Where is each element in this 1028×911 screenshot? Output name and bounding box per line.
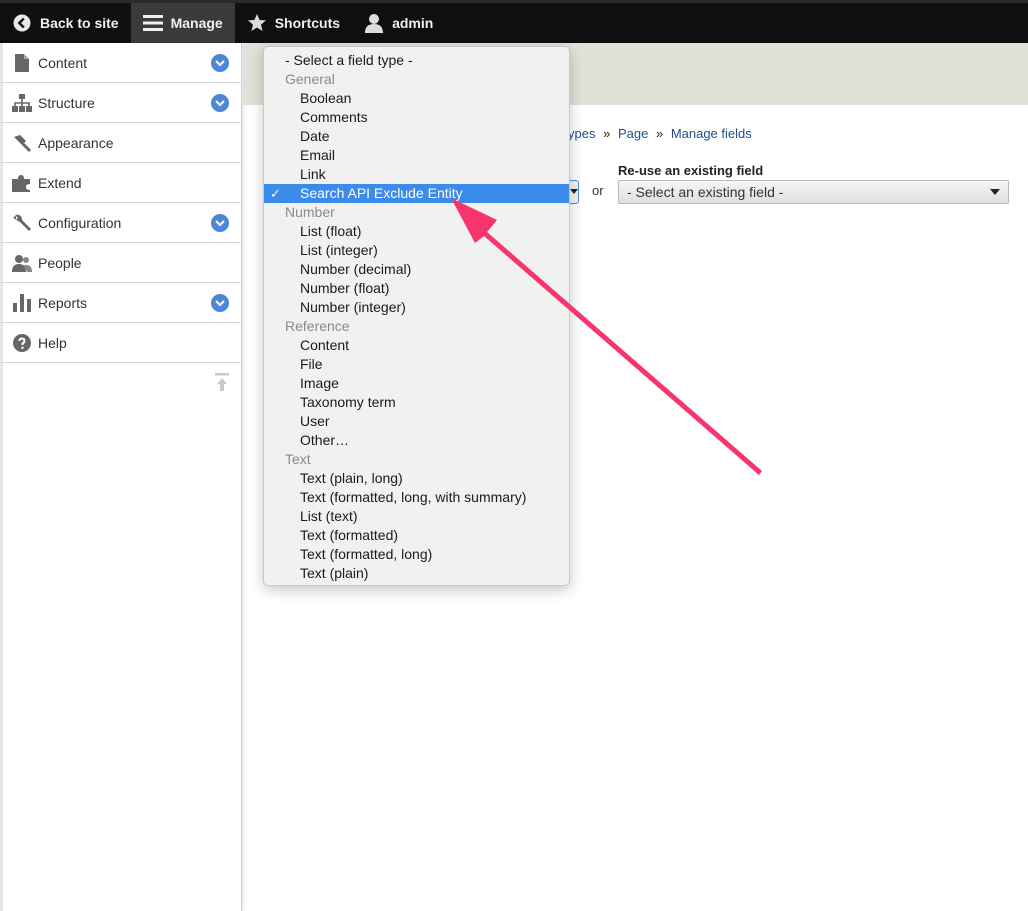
sitemap-icon: [12, 93, 32, 113]
option-text-formatted-long[interactable]: Text (formatted, long): [264, 545, 569, 564]
sidebar-item-people[interactable]: People: [0, 243, 241, 283]
pin-sidebar-icon[interactable]: [215, 373, 229, 393]
option-taxonomy-term[interactable]: Taxonomy term: [264, 393, 569, 412]
dropdown-placeholder-option[interactable]: - Select a field type -: [264, 51, 569, 70]
breadcrumb-separator: »: [603, 126, 611, 141]
sidebar-item-configuration[interactable]: Configuration: [0, 203, 241, 243]
back-arrow-icon: [12, 13, 32, 33]
sidebar-item-label: Content: [38, 54, 88, 71]
breadcrumb-link-page[interactable]: Page: [618, 126, 648, 141]
user-icon: [364, 13, 384, 33]
option-label: Search API Exclude Entity: [300, 185, 463, 201]
option-search-api-exclude-entity[interactable]: ✓ Search API Exclude Entity: [264, 184, 569, 203]
option-text-plain[interactable]: Text (plain): [264, 564, 569, 583]
optgroup-general: General: [285, 71, 335, 87]
reuse-field-label: Re-use an existing field: [618, 163, 764, 178]
chevron-down-icon[interactable]: [211, 94, 229, 112]
option-content[interactable]: Content: [264, 336, 569, 355]
option-email[interactable]: Email: [264, 146, 569, 165]
breadcrumb-separator: »: [655, 126, 664, 141]
user-tab[interactable]: admin: [352, 3, 445, 43]
sidebar-item-label: Configuration: [38, 214, 122, 231]
sidebar-item-label: People: [38, 254, 82, 271]
sidebar-item-extend[interactable]: Extend: [0, 163, 241, 203]
option-date[interactable]: Date: [264, 127, 569, 146]
optgroup-reference: Reference: [285, 318, 350, 334]
option-list-float[interactable]: List (float): [264, 222, 569, 241]
admin-sidebar: Content Structure Appearance Extend Conf…: [0, 43, 242, 911]
bar-chart-icon: [12, 293, 32, 313]
sidebar-item-label: Structure: [38, 94, 95, 111]
option-list-integer[interactable]: List (integer): [264, 241, 569, 260]
paintbrush-icon: [12, 133, 32, 153]
star-icon: [247, 13, 267, 33]
option-number-decimal[interactable]: Number (decimal): [264, 260, 569, 279]
option-list-text[interactable]: List (text): [264, 507, 569, 526]
option-link[interactable]: Link: [264, 165, 569, 184]
select-arrow-icon: [990, 189, 1000, 195]
breadcrumb-link-manage-fields[interactable]: Manage fields: [671, 126, 752, 141]
sidebar-item-appearance[interactable]: Appearance: [0, 123, 241, 163]
reuse-existing-field-select[interactable]: - Select an existing field -: [618, 180, 1009, 204]
reuse-select-value: - Select an existing field -: [627, 184, 784, 200]
back-to-site-label: Back to site: [40, 15, 119, 31]
user-label: admin: [392, 15, 434, 31]
option-text-formatted-long-summary[interactable]: Text (formatted, long, with summary): [264, 488, 569, 507]
manage-label: Manage: [170, 15, 223, 31]
admin-toolbar: Back to site Manage Shortcuts admin: [0, 0, 1028, 43]
chevron-down-icon[interactable]: [211, 214, 229, 232]
checkmark-icon: ✓: [270, 186, 281, 201]
sidebar-item-label: Reports: [38, 294, 88, 311]
option-other[interactable]: Other…: [264, 431, 569, 450]
hamburger-icon: [142, 13, 163, 33]
manage-tab[interactable]: Manage: [130, 3, 235, 43]
breadcrumb: ypes » Page » Manage fields: [568, 126, 752, 141]
shortcuts-label: Shortcuts: [274, 15, 341, 31]
wrench-icon: [12, 213, 32, 233]
sidebar-item-reports[interactable]: Reports: [0, 283, 241, 323]
option-number-float[interactable]: Number (float): [264, 279, 569, 298]
sidebar-item-help[interactable]: Help: [0, 323, 241, 363]
add-field-type-select-edge[interactable]: [569, 180, 579, 204]
option-image[interactable]: Image: [264, 374, 569, 393]
sidebar-item-content[interactable]: Content: [0, 43, 241, 83]
file-icon: [12, 53, 32, 73]
sidebar-item-label: Extend: [38, 174, 82, 191]
option-text-formatted[interactable]: Text (formatted): [264, 526, 569, 545]
chevron-down-icon[interactable]: [211, 54, 229, 72]
sidebar-item-label: Appearance: [38, 134, 114, 151]
people-icon: [12, 253, 32, 273]
option-boolean[interactable]: Boolean: [264, 89, 569, 108]
option-user[interactable]: User: [264, 412, 569, 431]
sidebar-item-structure[interactable]: Structure: [0, 83, 241, 123]
puzzle-icon: [12, 173, 32, 193]
sidebar-item-label: Help: [38, 334, 67, 351]
or-label: or: [592, 183, 604, 198]
optgroup-number: Number: [285, 204, 335, 220]
select-arrow-icon: [570, 189, 578, 194]
back-to-site-link[interactable]: Back to site: [0, 3, 131, 43]
help-icon: [12, 333, 32, 353]
shortcuts-tab[interactable]: Shortcuts: [235, 3, 352, 43]
option-text-plain-long[interactable]: Text (plain, long): [264, 469, 569, 488]
option-comments[interactable]: Comments: [264, 108, 569, 127]
breadcrumb-link-content-types[interactable]: ypes: [568, 126, 595, 141]
field-type-dropdown: - Select a field type - General Boolean …: [263, 46, 570, 586]
chevron-down-icon[interactable]: [211, 294, 229, 312]
option-file[interactable]: File: [264, 355, 569, 374]
optgroup-text: Text: [285, 451, 311, 467]
option-number-integer[interactable]: Number (integer): [264, 298, 569, 317]
